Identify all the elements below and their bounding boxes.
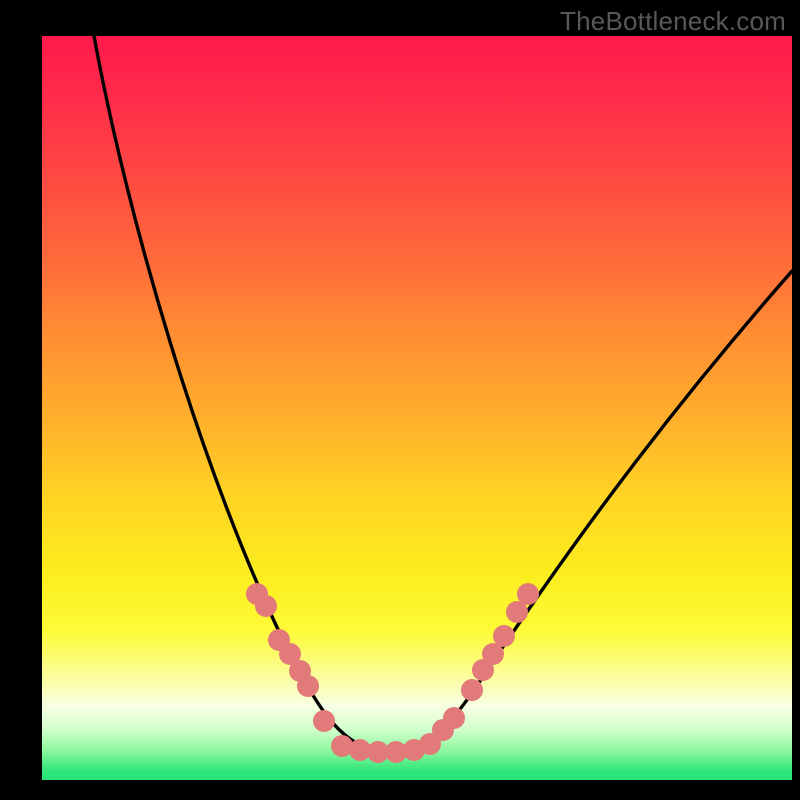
watermark-text: TheBottleneck.com	[560, 6, 786, 37]
chart-root: TheBottleneck.com	[0, 0, 800, 800]
curve-layer	[42, 36, 792, 780]
bottleneck-curve	[94, 36, 792, 752]
plot-area	[42, 36, 792, 780]
dot-cluster	[246, 583, 539, 763]
